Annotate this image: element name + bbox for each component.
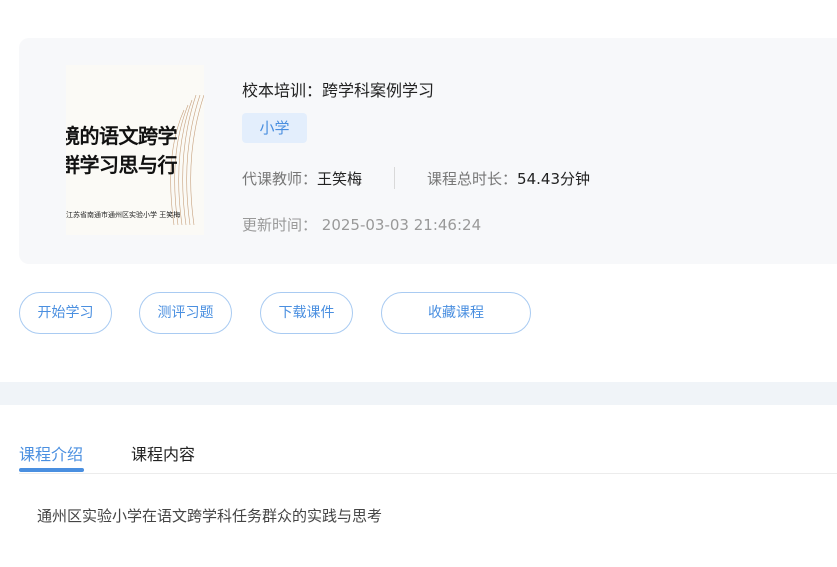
course-title: 校本培训：跨学科案例学习 xyxy=(242,81,435,100)
level-tag: 小学 xyxy=(242,113,307,143)
active-tab-indicator xyxy=(19,468,84,472)
cover-title-line1: 境的语文跨学 xyxy=(66,124,178,148)
duration-label: 课程总时长： xyxy=(427,169,518,188)
course-intro-text: 通州区实验小学在语文跨学科任务群众的实践与思考 xyxy=(37,507,383,525)
tab-course-content[interactable]: 课程内容 xyxy=(131,441,195,465)
teacher-label: 代课教师： xyxy=(242,169,318,188)
course-meta-row: 代课教师： 王笑梅 课程总时长： 54.43分钟 xyxy=(242,167,590,189)
cover-footer: 江苏省南通市通州区实验小学 王笑梅 xyxy=(66,211,181,219)
meta-divider xyxy=(394,167,396,189)
teacher-name: 王笑梅 xyxy=(317,169,363,188)
cover-title-line2: 群学习思与行 xyxy=(66,153,178,177)
update-time: 更新时间： 2025-03-03 21:46:24 xyxy=(242,214,481,235)
tabs-divider xyxy=(19,473,837,474)
section-separator xyxy=(0,382,837,405)
quiz-button[interactable]: 测评习题 xyxy=(139,292,232,334)
updated-value: 2025-03-03 21:46:24 xyxy=(321,216,482,234)
download-courseware-button[interactable]: 下载课件 xyxy=(260,292,353,334)
start-learning-button[interactable]: 开始学习 xyxy=(19,292,112,334)
duration-value: 54.43分钟 xyxy=(517,169,590,188)
tab-course-intro[interactable]: 课程介绍 xyxy=(19,441,83,465)
favorite-course-button[interactable]: 收藏课程 xyxy=(381,292,531,334)
course-cover-image[interactable]: 境的语文跨学 群学习思与行 江苏省南通市通州区实验小学 王笑梅 xyxy=(66,65,204,235)
updated-label: 更新时间： xyxy=(242,216,318,234)
